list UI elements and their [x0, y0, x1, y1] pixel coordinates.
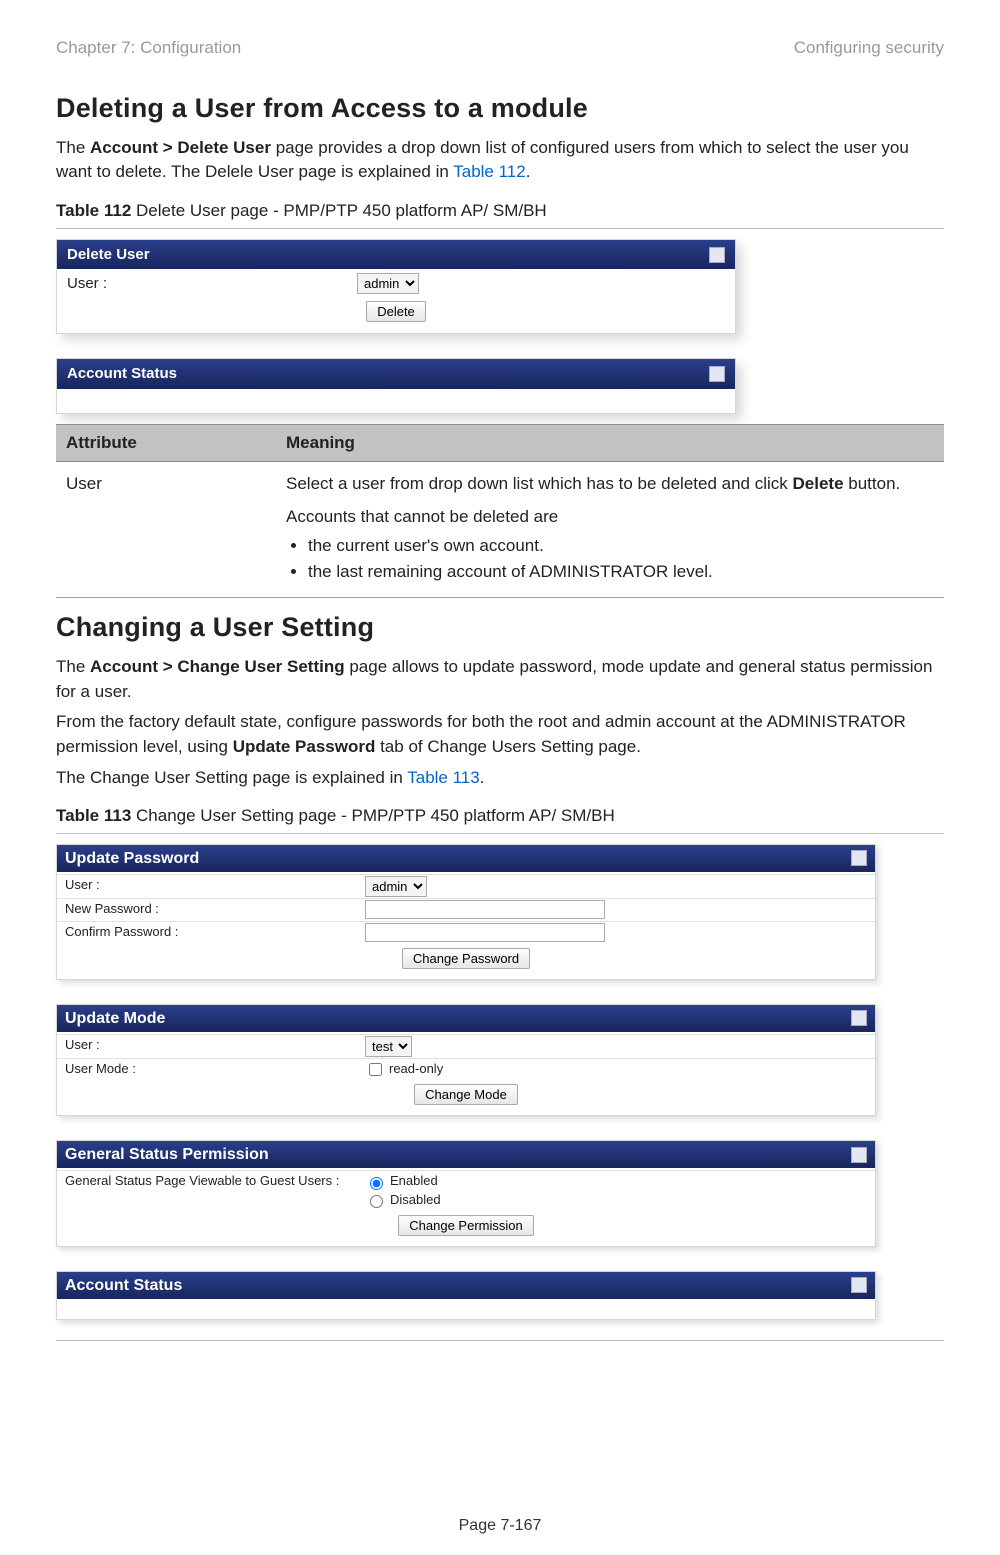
th-meaning: Meaning	[276, 424, 944, 462]
caption-table-112: Table 112 Delete User page - PMP/PTP 450…	[56, 199, 944, 224]
list-item: the current user's own account.	[308, 534, 934, 559]
link-table-113[interactable]: Table 113	[407, 768, 479, 787]
rule	[56, 228, 944, 229]
panel-delete-user-header: Delete User	[57, 240, 735, 270]
label-user-mode: User Mode :	[65, 1060, 365, 1079]
panel-title: Account Status	[65, 1274, 182, 1297]
panel-general-status-permission-header: General Status Permission	[57, 1141, 875, 1168]
header-left: Chapter 7: Configuration	[56, 36, 241, 61]
delete-button[interactable]: Delete	[366, 301, 426, 322]
collapse-icon[interactable]	[709, 247, 725, 263]
caption-number: Table 113	[56, 806, 131, 825]
cell-attribute: User	[56, 462, 276, 598]
input-read-only[interactable]	[369, 1063, 382, 1076]
label-new-password: New Password :	[65, 900, 365, 920]
label-confirm-password: Confirm Password :	[65, 923, 365, 943]
text-fragment: The	[56, 657, 90, 676]
panel-account-status: Account Status	[56, 358, 736, 414]
panel-title: Account Status	[67, 363, 177, 385]
change-mode-button[interactable]: Change Mode	[414, 1084, 518, 1105]
radio-disabled[interactable]	[370, 1195, 383, 1208]
collapse-icon[interactable]	[851, 1010, 867, 1026]
panel-account-status-header: Account Status	[57, 359, 735, 389]
radio-label: Disabled	[390, 1191, 441, 1210]
checkbox-read-only[interactable]: read-only	[365, 1060, 867, 1079]
section-title-delete-user: Deleting a User from Access to a module	[56, 89, 944, 128]
label-user: User :	[67, 273, 357, 295]
list-item: the last remaining account of ADMINISTRA…	[308, 560, 934, 585]
page-number: Page 7-167	[0, 1514, 1000, 1537]
text-fragment: .	[526, 162, 531, 181]
th-attribute: Attribute	[56, 424, 276, 462]
panel-update-password: Update Password User : admin New Passwor…	[56, 844, 876, 980]
radio-label: Enabled	[390, 1172, 438, 1191]
change-password-button[interactable]: Change Password	[402, 948, 530, 969]
paragraph-change-user-3: The Change User Setting page is explaine…	[56, 766, 944, 791]
collapse-icon[interactable]	[851, 1277, 867, 1293]
panel-title: Delete User	[67, 244, 150, 266]
caption-text: Change User Setting page - PMP/PTP 450 p…	[131, 806, 614, 825]
header-right: Configuring security	[794, 36, 944, 61]
intro-paragraph-delete-user: The Account > Delete User page provides …	[56, 136, 944, 185]
label-user: User :	[65, 876, 365, 897]
input-new-password[interactable]	[365, 900, 605, 919]
cell-meaning: Select a user from drop down list which …	[276, 462, 944, 598]
panel-title: Update Mode	[65, 1007, 165, 1030]
collapse-icon[interactable]	[709, 366, 725, 382]
input-confirm-password[interactable]	[365, 923, 605, 942]
caption-text: Delete User page - PMP/PTP 450 platform …	[131, 201, 546, 220]
text-fragment: Select a user from drop down list which …	[286, 474, 793, 493]
panel-general-status-permission: General Status Permission General Status…	[56, 1140, 876, 1247]
rule	[56, 833, 944, 834]
checkbox-label: read-only	[389, 1060, 443, 1079]
panel-title: General Status Permission	[65, 1143, 269, 1166]
text-fragment: .	[480, 768, 485, 787]
text-fragment: button.	[844, 474, 901, 493]
text-strong: Delete	[793, 474, 844, 493]
collapse-icon[interactable]	[851, 850, 867, 866]
link-table-112[interactable]: Table 112	[453, 162, 525, 181]
page-header: Chapter 7: Configuration Configuring sec…	[56, 36, 944, 61]
select-update-password-user[interactable]: admin	[365, 876, 427, 897]
paragraph-change-user-2: From the factory default state, configur…	[56, 710, 944, 759]
text-strong: Account > Change User Setting	[90, 657, 345, 676]
label-general-status: General Status Page Viewable to Guest Us…	[65, 1172, 365, 1210]
panel-update-password-header: Update Password	[57, 845, 875, 872]
select-delete-user[interactable]: admin	[357, 273, 419, 294]
text-fragment: The Change User Setting page is explaine…	[56, 768, 407, 787]
text-fragment: The	[56, 138, 90, 157]
footer-rule	[56, 1340, 944, 1341]
text-strong: Update Password	[233, 737, 376, 756]
table-attribute-meaning: Attribute Meaning User Select a user fro…	[56, 424, 944, 598]
table-row: User Select a user from drop down list w…	[56, 462, 944, 598]
panel-update-mode-header: Update Mode	[57, 1005, 875, 1032]
label-user: User :	[65, 1036, 365, 1057]
change-permission-button[interactable]: Change Permission	[398, 1215, 533, 1236]
panel-account-status-2: Account Status	[56, 1271, 876, 1320]
caption-table-113: Table 113 Change User Setting page - PMP…	[56, 804, 944, 829]
panel-account-status-2-header: Account Status	[57, 1272, 875, 1299]
radio-enabled[interactable]	[370, 1177, 383, 1190]
paragraph-change-user-1: The Account > Change User Setting page a…	[56, 655, 944, 704]
section-title-change-user-setting: Changing a User Setting	[56, 608, 944, 647]
text-fragment: tab of Change Users Setting page.	[375, 737, 641, 756]
caption-number: Table 112	[56, 201, 131, 220]
panel-delete-user: Delete User User : admin Delete	[56, 239, 736, 334]
text-fragment: Accounts that cannot be deleted are	[286, 507, 558, 526]
text-strong: Account > Delete User	[90, 138, 271, 157]
select-update-mode-user[interactable]: test	[365, 1036, 412, 1057]
panel-title: Update Password	[65, 847, 199, 870]
panel-update-mode: Update Mode User : test User Mode :	[56, 1004, 876, 1116]
collapse-icon[interactable]	[851, 1147, 867, 1163]
